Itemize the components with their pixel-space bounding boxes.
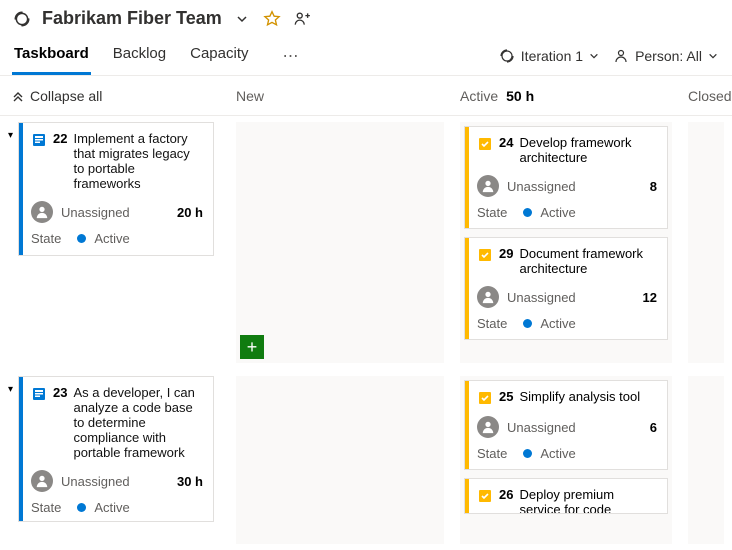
- drop-zone-new[interactable]: +: [236, 122, 444, 363]
- work-item-title: Deploy premium service for code analysis: [519, 487, 657, 514]
- iteration-picker[interactable]: Iteration 1: [499, 48, 599, 64]
- work-item-title: Document framework architecture: [519, 246, 657, 276]
- column-header-closed: Closed: [680, 88, 732, 104]
- assignee: Unassigned: [507, 179, 576, 194]
- drop-zone-closed[interactable]: [688, 376, 724, 544]
- effort: 8: [650, 179, 657, 194]
- task-card[interactable]: 24 Develop framework architecture Unassi…: [464, 126, 668, 229]
- tabs-bar: Taskboard Backlog Capacity ⋯ Iteration 1…: [0, 37, 732, 76]
- state-value: Active: [77, 231, 129, 246]
- avatar-icon: [477, 286, 499, 308]
- task-icon: [477, 488, 493, 504]
- more-tabs-icon[interactable]: ⋯: [270, 46, 298, 66]
- drop-zone-active[interactable]: 24 Develop framework architecture Unassi…: [460, 122, 672, 363]
- board-toolbar: Collapse all New Active 50 h Closed: [0, 76, 732, 116]
- avatar-icon: [31, 470, 53, 492]
- user-story-icon: [31, 386, 47, 402]
- task-card[interactable]: 26 Deploy premium service for code analy…: [464, 478, 668, 514]
- assignee: Unassigned: [507, 420, 576, 435]
- collapse-all-label: Collapse all: [30, 88, 102, 104]
- work-item-id: 25: [499, 389, 513, 404]
- task-icon: [477, 390, 493, 406]
- column-header-active: Active 50 h: [452, 88, 680, 104]
- swimlane: ▾ 22 Implement a factory that migrates l…: [0, 116, 732, 370]
- collapse-all-button[interactable]: Collapse all: [0, 88, 228, 104]
- work-item-id: 24: [499, 135, 513, 150]
- assignee: Unassigned: [61, 205, 130, 220]
- drop-zone-new[interactable]: [236, 376, 444, 544]
- work-item-id: 29: [499, 246, 513, 261]
- tab-capacity[interactable]: Capacity: [188, 37, 250, 75]
- avatar-icon: [31, 201, 53, 223]
- work-item-title: Develop framework architecture: [519, 135, 657, 165]
- drop-zone-active[interactable]: 25 Simplify analysis tool Unassigned 6 S…: [460, 376, 672, 544]
- tab-taskboard[interactable]: Taskboard: [12, 37, 91, 75]
- task-card[interactable]: 29 Document framework architecture Unass…: [464, 237, 668, 340]
- person-label: Person: All: [635, 48, 702, 64]
- task-icon: [477, 247, 493, 263]
- story-card[interactable]: 23 As a developer, I can analyze a code …: [18, 376, 214, 522]
- task-icon: [477, 136, 493, 152]
- effort: 12: [643, 290, 657, 305]
- assignee: Unassigned: [507, 290, 576, 305]
- iteration-label: Iteration 1: [521, 48, 583, 64]
- effort: 30 h: [177, 474, 203, 489]
- effort: 20 h: [177, 205, 203, 220]
- chevron-down-icon[interactable]: [232, 9, 252, 29]
- column-active-hours: 50 h: [506, 88, 534, 104]
- state-field-label: State: [31, 231, 61, 246]
- avatar-icon: [477, 416, 499, 438]
- drop-zone-closed[interactable]: [688, 122, 724, 363]
- story-card[interactable]: 22 Implement a factory that migrates leg…: [18, 122, 214, 256]
- work-item-id: 26: [499, 487, 513, 502]
- team-header: Fabrikam Fiber Team: [0, 0, 732, 37]
- work-item-title: Simplify analysis tool: [519, 389, 640, 404]
- taskboard: ▾ 22 Implement a factory that migrates l…: [0, 116, 732, 544]
- team-name[interactable]: Fabrikam Fiber Team: [42, 8, 222, 29]
- work-item-id: 23: [53, 385, 67, 400]
- work-item-title: As a developer, I can analyze a code bas…: [73, 385, 203, 460]
- avatar-icon: [477, 175, 499, 197]
- collapse-row-icon[interactable]: ▾: [8, 376, 18, 543]
- user-story-icon: [31, 132, 47, 148]
- column-header-new: New: [228, 88, 452, 104]
- work-item-id: 22: [53, 131, 67, 146]
- person-filter[interactable]: Person: All: [613, 48, 718, 64]
- assignee: Unassigned: [61, 474, 130, 489]
- star-icon[interactable]: [262, 9, 282, 29]
- task-card[interactable]: 25 Simplify analysis tool Unassigned 6 S…: [464, 380, 668, 470]
- sprint-icon: [12, 9, 32, 29]
- collapse-row-icon[interactable]: ▾: [8, 122, 18, 363]
- work-item-title: Implement a factory that migrates legacy…: [73, 131, 203, 191]
- tab-backlog[interactable]: Backlog: [111, 37, 168, 75]
- swimlane: ▾ 23 As a developer, I can analyze a cod…: [0, 370, 732, 544]
- effort: 6: [650, 420, 657, 435]
- team-members-icon[interactable]: [292, 9, 312, 29]
- add-task-button[interactable]: +: [240, 335, 264, 359]
